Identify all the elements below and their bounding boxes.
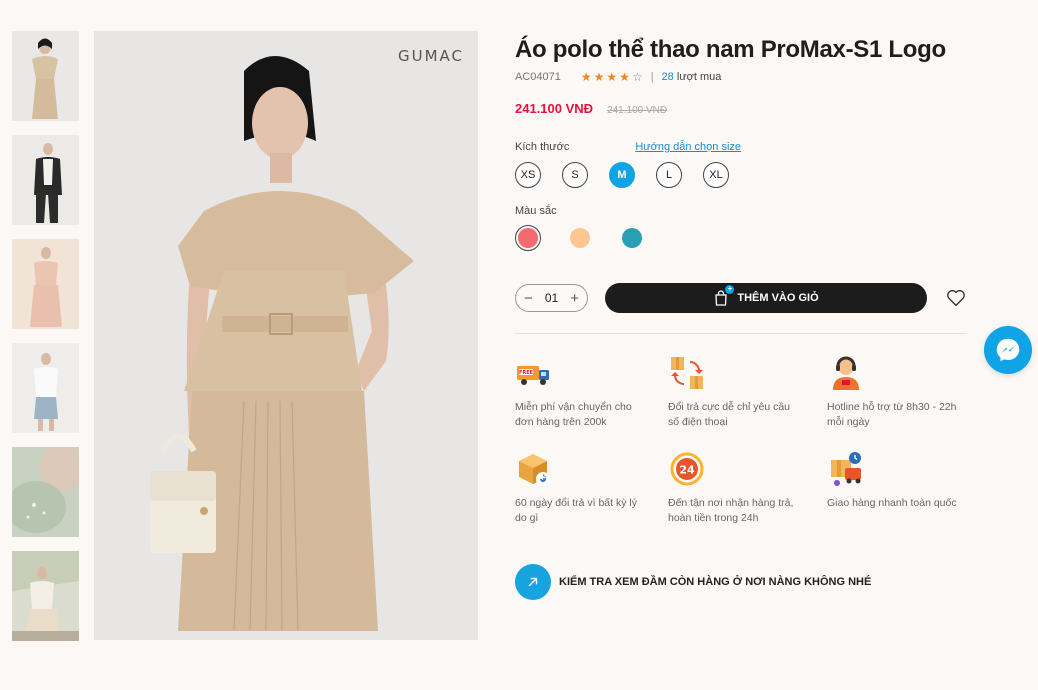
service-feature: 60 ngày đổi trả vì bất kỳ lý do gì [515, 450, 668, 526]
shopping-bag-icon: + [713, 285, 735, 306]
svg-text:24: 24 [679, 464, 695, 477]
purchase-count[interactable]: 28 [662, 71, 674, 83]
purchase-count-label: lượt mua [676, 71, 722, 83]
thumbnail-image[interactable] [12, 135, 79, 225]
svg-text:FREE: FREE [519, 370, 534, 376]
cart-badge: + [725, 285, 735, 294]
stock-check-label: KIỂM TRA XEM ĐẦM CÒN HÀNG Ở NƠI NÀNG KHÔ… [559, 576, 872, 588]
brand-watermark: GUMAC [397, 47, 464, 65]
size-option-m[interactable]: M [609, 162, 635, 188]
service-feature-text: Giao hàng nhanh toàn quốc [827, 497, 957, 509]
add-to-cart-label: THÊM VÀO GIỎ [737, 292, 819, 304]
size-label: Kích thước [515, 141, 570, 153]
color-swatch-fill [622, 228, 642, 248]
messenger-icon [996, 338, 1020, 362]
size-header: Kích thước Hướng dẫn chọn size [515, 141, 970, 153]
arrow-up-right-icon [515, 564, 551, 600]
thumbnail-image[interactable] [12, 343, 79, 433]
fast-delivery-icon [831, 452, 861, 486]
quantity-stepper: − 01 + [515, 284, 588, 312]
price-row: 241.100 VNĐ 241.100 VNĐ [515, 101, 970, 116]
model-photo [12, 551, 79, 641]
service-feature-text: Đổi trả cực dễ chỉ yêu cầu số điện thoại [668, 401, 791, 428]
size-option-xs[interactable]: XS [515, 162, 541, 188]
thumbnail-list [12, 31, 79, 641]
service-feature-text: Miễn phí vận chuyển cho đơn hàng trên 20… [515, 401, 632, 428]
quantity-decrease-button[interactable]: − [524, 291, 533, 306]
product-info: Áo polo thể thao nam ProMax-S1 Logo AC04… [515, 36, 970, 600]
star-filled-icon: ★ [619, 70, 630, 84]
color-swatch[interactable] [619, 225, 645, 251]
hotline-support-icon [833, 356, 859, 390]
product-meta: AC04071 ★ ★ ★ ★ ☆ | 28 lượt mua [515, 71, 970, 83]
service-feature-text: 60 ngày đổi trả vì bất kỳ lý do gì [515, 497, 637, 524]
star-filled-icon: ★ [606, 70, 618, 84]
messenger-chat-button[interactable] [984, 326, 1032, 374]
meta-separator: | [650, 71, 654, 83]
service-feature-text: Đến tận nơi nhận hàng trả, hoàn tiền tro… [668, 497, 794, 524]
fabric-detail-photo [12, 447, 79, 537]
service-feature: Giao hàng nhanh toàn quốc [827, 450, 972, 526]
product-sku: AC04071 [515, 71, 561, 83]
color-options [515, 225, 970, 251]
service-feature: Hotline hỗ trợ từ 8h30 - 22h mỗi ngày [827, 354, 972, 430]
original-price: 241.100 VNĐ [607, 105, 668, 116]
add-to-cart-button[interactable]: + THÊM VÀO GIỎ [605, 283, 927, 313]
24h-icon: 24 [670, 452, 704, 486]
color-label: Màu sắc [515, 205, 557, 217]
divider [515, 333, 967, 334]
thumbnail-image[interactable] [12, 31, 79, 121]
size-guide-link[interactable]: Hướng dẫn chọn size [635, 141, 741, 153]
product-title: Áo polo thể thao nam ProMax-S1 Logo [515, 36, 946, 63]
stock-check-link[interactable]: KIỂM TRA XEM ĐẦM CÒN HÀNG Ở NƠI NÀNG KHÔ… [515, 564, 970, 600]
color-swatch[interactable] [567, 225, 593, 251]
model-photo [12, 239, 79, 329]
current-price: 241.100 VNĐ [515, 101, 594, 116]
quantity-value[interactable]: 01 [545, 291, 558, 305]
exchange-boxes-icon [671, 357, 703, 389]
service-features: FREE Miễn phí vận chuyển cho đơn hàng trê… [515, 354, 970, 526]
color-swatch-fill [518, 228, 538, 248]
service-feature: Đổi trả cực dễ chỉ yêu cầu số điện thoại [668, 354, 827, 430]
free-shipping-truck-icon: FREE [517, 366, 549, 385]
thumbnail-image[interactable] [12, 239, 79, 329]
quantity-increase-button[interactable]: + [570, 291, 579, 306]
model-photo [12, 343, 79, 433]
purchase-actions: − 01 + + THÊM VÀO GIỎ [515, 283, 970, 313]
color-swatch-fill [570, 228, 590, 248]
model-photo [12, 135, 79, 225]
star-empty-icon: ☆ [631, 70, 643, 84]
color-swatch[interactable] [515, 225, 541, 251]
rating-stars: ★ ★ ★ ★ ☆ [581, 71, 643, 83]
model-photo [12, 31, 79, 121]
service-feature: FREE Miễn phí vận chuyển cho đơn hàng trê… [515, 354, 668, 430]
thumbnail-image[interactable] [12, 551, 79, 641]
service-feature-text: Hotline hỗ trợ từ 8h30 - 22h mỗi ngày [827, 401, 957, 428]
size-option-l[interactable]: L [656, 162, 682, 188]
star-filled-icon: ★ [580, 70, 592, 84]
model-photo [94, 31, 478, 640]
main-product-image[interactable]: GUMAC [94, 31, 478, 640]
size-option-s[interactable]: S [562, 162, 588, 188]
size-options: XS S M L XL [515, 162, 970, 188]
size-option-xl[interactable]: XL [703, 162, 729, 188]
star-filled-icon: ★ [593, 70, 605, 84]
return-box-icon [519, 454, 550, 486]
heart-icon[interactable] [945, 287, 967, 309]
thumbnail-image[interactable] [12, 447, 79, 537]
service-feature: 24 Đến tận nơi nhận hàng trả, hoàn tiền t… [668, 450, 827, 526]
